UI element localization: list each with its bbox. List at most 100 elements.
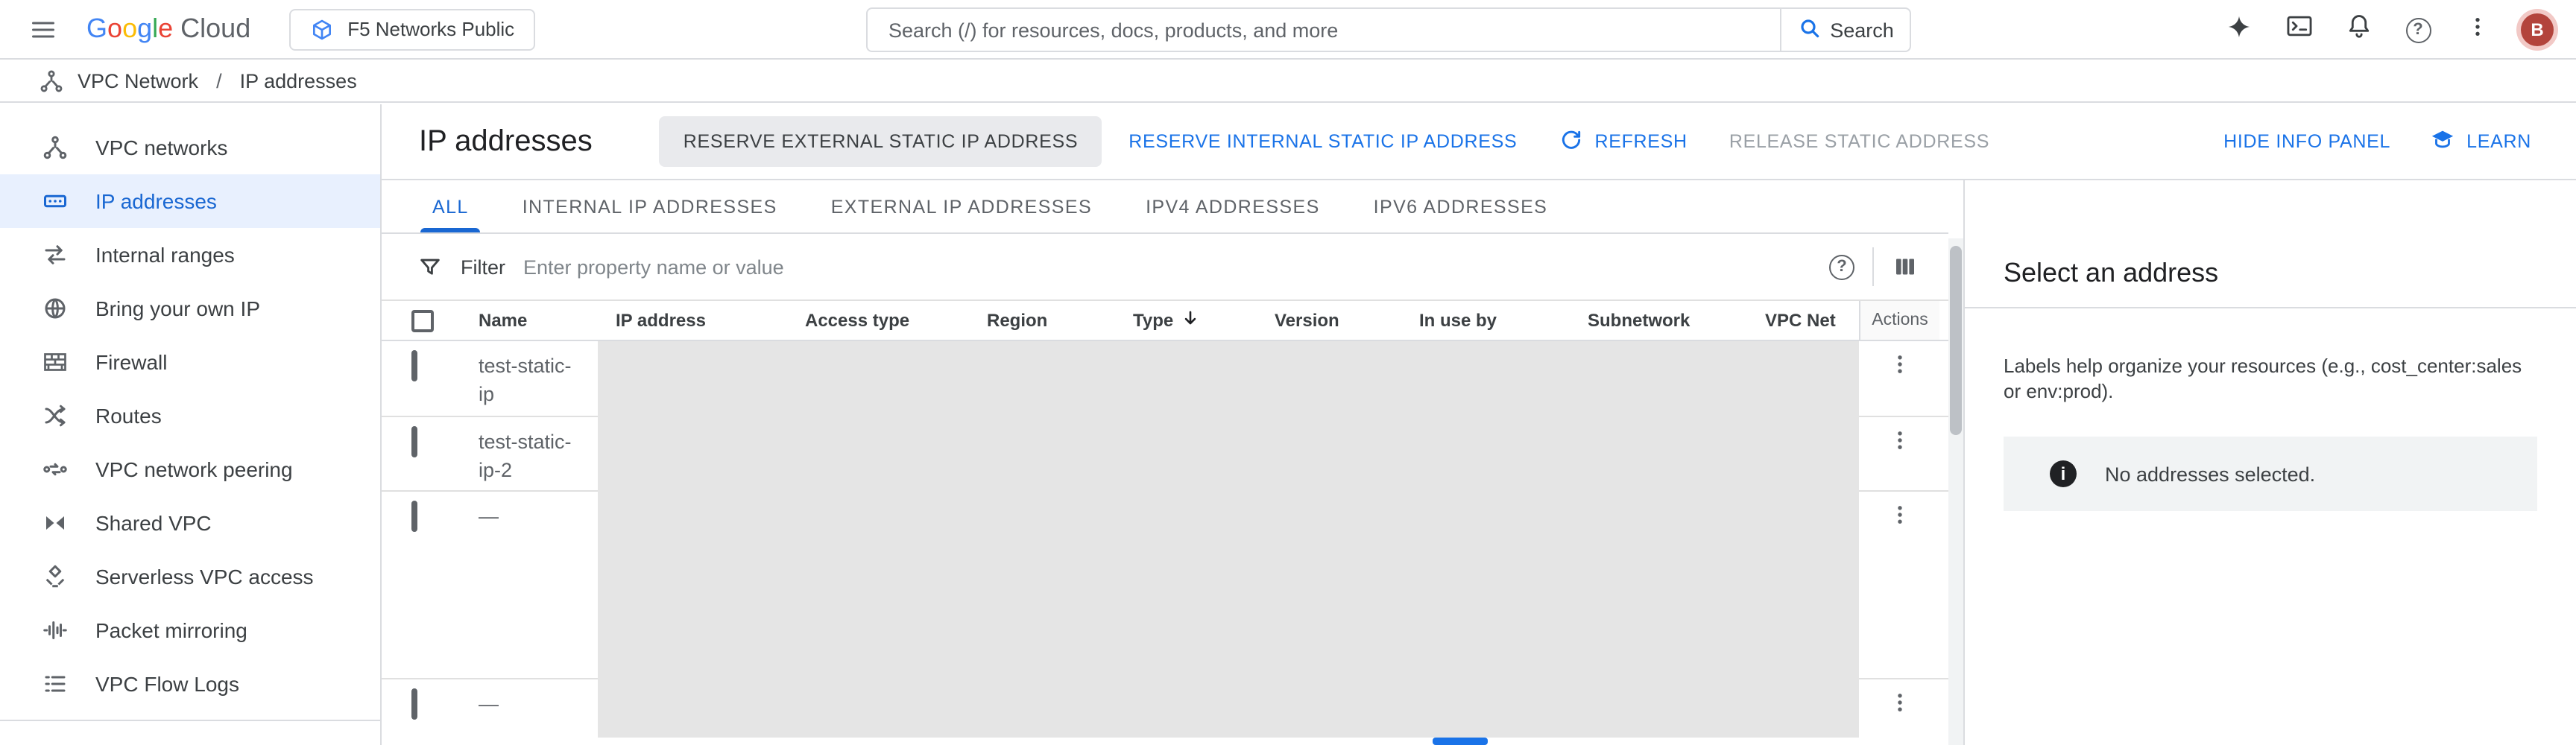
- column-header-version[interactable]: Version: [1275, 310, 1419, 331]
- ip-card-icon: [42, 188, 69, 215]
- column-options-icon[interactable]: [1892, 253, 1919, 280]
- google-cloud-logo: Google Cloud: [86, 13, 250, 45]
- sidebar-item-packet-mirroring[interactable]: Packet mirroring: [0, 603, 380, 657]
- google-logo-text: Google: [86, 13, 173, 45]
- tab-external-ip-addresses[interactable]: EXTERNAL IP ADDRESSES: [804, 180, 1119, 232]
- learn-label: LEARN: [2466, 131, 2531, 152]
- globe-icon: [42, 295, 69, 322]
- reserve-external-static-ip-button[interactable]: RESERVE EXTERNAL STATIC IP ADDRESS: [660, 116, 1102, 167]
- row-actions-cell: [1859, 492, 1939, 678]
- cloud-logo-text: Cloud: [180, 13, 250, 45]
- breadcrumb-section[interactable]: VPC Network: [78, 70, 198, 92]
- row-actions-cell: [1859, 341, 1939, 416]
- type-label: Type: [1133, 310, 1173, 331]
- clipped-link-fragment: [1433, 738, 1488, 745]
- header-icon-group: ? B: [2209, 0, 2567, 60]
- help-button[interactable]: ?: [2388, 0, 2448, 60]
- filter-input[interactable]: [523, 256, 1829, 278]
- more-options-button[interactable]: [2448, 0, 2507, 60]
- row-checkbox[interactable]: [411, 350, 417, 381]
- column-header-name[interactable]: Name: [479, 310, 616, 331]
- avatar-initial: B: [2521, 13, 2554, 46]
- filter-help-icon[interactable]: ?: [1829, 254, 1854, 279]
- column-header-vpc-network[interactable]: VPC Net: [1765, 310, 1859, 331]
- no-selection-text: No addresses selected.: [2105, 463, 2315, 485]
- scrollbar-thumb[interactable]: [1950, 246, 1962, 435]
- column-header-access-type[interactable]: Access type: [805, 310, 987, 331]
- row-actions-menu-icon[interactable]: [1887, 690, 1912, 745]
- hamburger-menu-icon[interactable]: [24, 10, 63, 48]
- project-name: F5 Networks Public: [347, 18, 514, 40]
- row-actions-menu-icon[interactable]: [1887, 428, 1912, 490]
- column-header-actions: Actions: [1859, 301, 1939, 340]
- help-icon: ?: [2405, 17, 2431, 42]
- project-selector[interactable]: F5 Networks Public: [289, 8, 535, 50]
- sidebar-item-ip-addresses[interactable]: IP addresses: [0, 174, 380, 228]
- column-header-type[interactable]: Type: [1133, 308, 1275, 332]
- avatar: B: [2516, 9, 2558, 51]
- search-button[interactable]: Search: [1780, 7, 1911, 52]
- arrows-icon: [42, 241, 69, 268]
- routes-icon: [42, 402, 69, 429]
- tab-all[interactable]: ALL: [405, 180, 496, 232]
- column-header-subnetwork[interactable]: Subnetwork: [1588, 310, 1765, 331]
- row-actions-menu-icon[interactable]: [1887, 352, 1912, 416]
- info-panel-title: Select an address: [2004, 256, 2576, 289]
- row-checkbox-cell: [382, 679, 479, 745]
- sidebar-item-vpc-flow-logs[interactable]: VPC Flow Logs: [0, 657, 380, 711]
- sidebar-item-label: VPC networks: [95, 136, 227, 159]
- sidebar-item-vpc-networks[interactable]: VPC networks: [0, 121, 380, 174]
- filter-funnel-icon: [417, 254, 443, 279]
- gemini-button[interactable]: [2209, 0, 2269, 60]
- tab-internal-ip-addresses[interactable]: INTERNAL IP ADDRESSES: [496, 180, 804, 232]
- content-row: ALL INTERNAL IP ADDRESSES EXTERNAL IP AD…: [382, 180, 2576, 745]
- hide-info-panel-button[interactable]: HIDE INFO PANEL: [2223, 116, 2390, 167]
- refresh-icon: [1559, 127, 1582, 156]
- row-actions-menu-icon[interactable]: [1887, 502, 1912, 678]
- sidebar-item-firewall[interactable]: Firewall: [0, 335, 380, 389]
- column-header-in-use-by[interactable]: In use by: [1419, 310, 1588, 331]
- page-title: IP addresses: [419, 124, 593, 159]
- tab-ipv4-addresses[interactable]: IPV4 ADDRESSES: [1119, 180, 1347, 232]
- column-header-region[interactable]: Region: [987, 310, 1133, 331]
- search-input[interactable]: [866, 7, 1781, 52]
- row-checkbox[interactable]: [411, 426, 417, 457]
- sidebar-item-bring-your-own-ip[interactable]: Bring your own IP: [0, 282, 380, 335]
- diamond-icon: [42, 563, 69, 590]
- peering-icon: [42, 456, 69, 483]
- sidebar-item-vpc-network-peering[interactable]: VPC network peering: [0, 443, 380, 496]
- gemini-sparkle-icon: [2226, 13, 2253, 47]
- refresh-button[interactable]: REFRESH: [1559, 116, 1687, 167]
- list-icon: [42, 670, 69, 697]
- sidebar-item-shared-vpc[interactable]: Shared VPC: [0, 496, 380, 550]
- breadcrumb-page: IP addresses: [240, 70, 357, 92]
- reserve-internal-static-ip-button[interactable]: RESERVE INTERNAL STATIC IP ADDRESS: [1128, 116, 1517, 167]
- row-checkbox[interactable]: [411, 501, 417, 532]
- waveform-icon: [42, 617, 69, 644]
- learn-button[interactable]: LEARN: [2429, 116, 2531, 167]
- sidebar-item-label: Firewall: [95, 350, 167, 374]
- toolbar-right-group: HIDE INFO PANEL LEARN: [2223, 116, 2531, 167]
- search-icon: [1797, 16, 1821, 44]
- info-panel: Select an address Labels help organize y…: [1963, 180, 2576, 745]
- project-cube-icon: [310, 17, 334, 41]
- tab-ipv6-addresses[interactable]: IPV6 ADDRESSES: [1347, 180, 1575, 232]
- sidebar-item-label: Packet mirroring: [95, 618, 247, 642]
- row-checkbox[interactable]: [411, 688, 417, 720]
- account-button[interactable]: B: [2507, 0, 2567, 60]
- page-toolbar: IP addresses RESERVE EXTERNAL STATIC IP …: [382, 104, 2576, 180]
- filter-bar: Filter ?: [382, 234, 1948, 301]
- info-panel-description: Labels help organize your resources (e.g…: [2004, 353, 2540, 404]
- redacted-table-region: [598, 341, 1859, 738]
- cloud-shell-button[interactable]: [2269, 0, 2329, 60]
- column-header-ip-address[interactable]: IP address: [616, 310, 805, 331]
- sidebar-item-routes[interactable]: Routes: [0, 389, 380, 443]
- sidebar-item-label: IP addresses: [95, 189, 217, 213]
- filter-label: Filter: [461, 256, 505, 278]
- sidebar-item-serverless-vpc-access[interactable]: Serverless VPC access: [0, 550, 380, 603]
- release-static-address-button[interactable]: RELEASE STATIC ADDRESS: [1729, 116, 1989, 167]
- select-all-checkbox[interactable]: [411, 309, 434, 332]
- notifications-button[interactable]: [2329, 0, 2388, 60]
- sidebar-item-internal-ranges[interactable]: Internal ranges: [0, 228, 380, 282]
- sidebar-item-label: Bring your own IP: [95, 297, 260, 320]
